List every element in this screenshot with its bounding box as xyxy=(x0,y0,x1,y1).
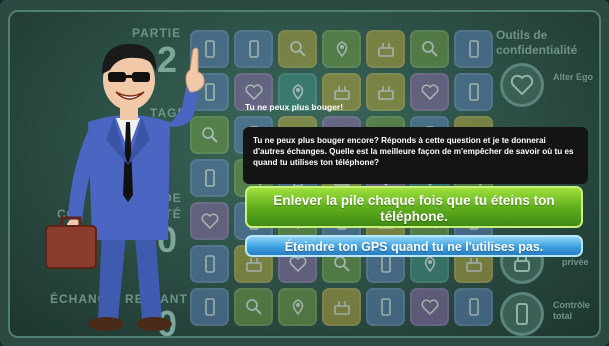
cake-icon xyxy=(377,43,394,57)
grid-tile[interactable] xyxy=(454,30,493,68)
businessman-character xyxy=(45,44,205,331)
grid-tile[interactable] xyxy=(366,73,405,111)
cake-icon xyxy=(333,86,350,100)
question-dialog: Tu ne peux plus bouger encore? Réponds à… xyxy=(243,127,588,184)
privacy-tools-title: Outils de confidentialité xyxy=(496,28,578,57)
phone-icon xyxy=(468,83,479,101)
heart-icon xyxy=(244,84,263,101)
grid-tile[interactable] xyxy=(454,73,493,111)
map-icon xyxy=(424,256,435,273)
grid-tile[interactable] xyxy=(278,30,317,68)
heart-icon xyxy=(510,74,534,96)
grid-tile[interactable] xyxy=(322,288,361,326)
grid-tile[interactable] xyxy=(234,288,273,326)
dialog-title: Tu ne peux plus bouger! xyxy=(245,102,344,112)
cake-icon xyxy=(377,86,394,100)
map-icon xyxy=(292,299,303,316)
grid-tile[interactable] xyxy=(410,288,449,326)
tool-controle-total[interactable] xyxy=(500,292,544,336)
search-icon xyxy=(289,41,306,57)
grid-tile[interactable] xyxy=(410,30,449,68)
search-icon xyxy=(421,41,438,57)
grid-tile[interactable] xyxy=(366,288,405,326)
question-text: Tu ne peux plus bouger encore? Réponds à… xyxy=(253,136,574,167)
phone-icon xyxy=(248,40,259,58)
grid-tile[interactable] xyxy=(278,288,317,326)
map-icon xyxy=(292,84,303,101)
phone-icon xyxy=(468,298,479,316)
tool-alter-ego[interactable] xyxy=(500,63,544,107)
grid-tile[interactable] xyxy=(454,288,493,326)
answer-button-1[interactable]: Enlever la pile chaque fois que tu étein… xyxy=(245,186,583,228)
grid-tile[interactable] xyxy=(322,30,361,68)
phone-icon xyxy=(380,255,391,273)
grid-tile[interactable] xyxy=(366,30,405,68)
phone-icon xyxy=(468,40,479,58)
phone-icon xyxy=(380,298,391,316)
cake-icon xyxy=(465,258,482,272)
search-icon xyxy=(333,256,350,272)
cake-icon xyxy=(245,258,262,272)
grid-tile[interactable] xyxy=(410,73,449,111)
tool-label-alter-ego: Alter Ego xyxy=(553,72,594,82)
answer-button-2[interactable]: Éteindre ton GPS quand tu ne l'utilises … xyxy=(245,235,583,257)
heart-icon xyxy=(420,84,439,101)
tool-label-controle-total: Contrôle total xyxy=(553,300,590,321)
search-icon xyxy=(245,299,262,315)
game-frame: PARTIE 2 TAGE DE CO ITÉ 0 ÉCHANG RESTANT… xyxy=(0,0,609,346)
heart-icon xyxy=(420,299,439,316)
map-icon xyxy=(336,41,347,58)
cake-icon xyxy=(333,301,350,315)
heart-icon xyxy=(288,256,307,273)
phone-icon xyxy=(516,303,528,325)
grid-tile[interactable] xyxy=(234,30,273,68)
